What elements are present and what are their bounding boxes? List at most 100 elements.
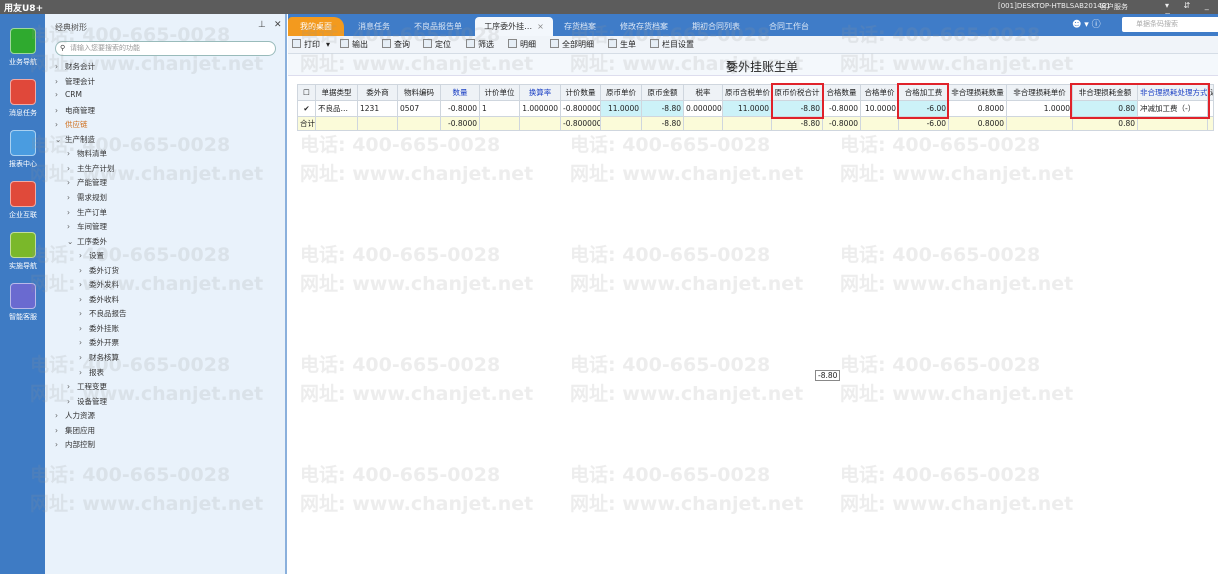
iconbar-item[interactable]: 消息任务 bbox=[3, 79, 43, 118]
column-header[interactable]: 换算率 bbox=[519, 84, 561, 101]
icon-sidebar: 业务导航消息任务报表中心企业互联实施导航智能客服 bbox=[0, 14, 45, 574]
refresh-icon[interactable]: ↻ bbox=[726, 58, 1216, 72]
nav-tree-item[interactable]: › 人力资源 bbox=[55, 410, 95, 421]
toolbar-label: 栏目设置 bbox=[662, 40, 694, 49]
iconbar-item[interactable]: 业务导航 bbox=[3, 28, 43, 67]
nav-tree-item[interactable]: › 委外收料 bbox=[79, 294, 119, 305]
toolbar-button[interactable]: 栏目设置 bbox=[650, 39, 694, 50]
pin-icon[interactable]: ⊥ bbox=[258, 20, 266, 30]
toolbar-button[interactable]: 全部明细 bbox=[550, 39, 594, 50]
column-header[interactable]: 原币金额 bbox=[641, 84, 684, 101]
nav-tree-item[interactable]: › 委外订货 bbox=[79, 265, 119, 276]
tab[interactable]: 存货档案 bbox=[552, 17, 608, 36]
toolbar-button[interactable]: 输出 bbox=[340, 39, 368, 50]
column-header[interactable]: 非合理损耗单价 bbox=[1006, 84, 1073, 101]
tab[interactable]: 修改存货档案 bbox=[610, 17, 678, 36]
barcode-search-input[interactable]: 单据条码搜索 bbox=[1122, 17, 1218, 32]
table-cell[interactable]: 不良品… bbox=[315, 100, 358, 117]
nav-tree-item[interactable]: › 财务核算 bbox=[79, 352, 119, 363]
nav-tree-item[interactable]: › 集团应用 bbox=[55, 425, 95, 436]
column-header[interactable]: 委外商 bbox=[357, 84, 398, 101]
iconbar-item[interactable]: 企业互联 bbox=[3, 181, 43, 220]
toolbar-button[interactable]: 生单 bbox=[608, 39, 636, 50]
tab-label: 工序委外挂… bbox=[484, 22, 533, 31]
row-checkbox[interactable]: ✔ bbox=[297, 100, 316, 117]
watermark-phone: 电话: 400-665-0028 bbox=[570, 134, 771, 156]
iconbar-item[interactable]: 智能客服 bbox=[3, 283, 43, 322]
nav-item-label: 车间管理 bbox=[77, 222, 107, 232]
iconbar-item[interactable]: 实施导航 bbox=[3, 232, 43, 271]
close-icon[interactable]: ✕ bbox=[274, 20, 282, 30]
column-header[interactable]: 物料编码 bbox=[397, 84, 441, 101]
nav-tree-item[interactable]: › 设备管理 bbox=[67, 396, 107, 407]
nav-tree-item[interactable]: › 财务会计 bbox=[55, 61, 95, 72]
nav-tree-item[interactable]: › 报表 bbox=[79, 367, 104, 378]
nav-tree-item[interactable]: › 委外发料 bbox=[79, 279, 119, 290]
column-header[interactable]: 合格单价 bbox=[860, 84, 899, 101]
column-header[interactable]: 数量 bbox=[440, 84, 480, 101]
column-label: 原币单价 bbox=[606, 88, 636, 97]
nav-tree-item[interactable]: › CRM bbox=[55, 90, 82, 99]
tab[interactable]: 消息任务 bbox=[346, 17, 402, 36]
nav-tree-item[interactable]: › 生产订单 bbox=[67, 207, 107, 218]
watermark-url: 网址: www.chanjet.net bbox=[570, 383, 804, 405]
tab[interactable]: 合同工作台 bbox=[754, 17, 824, 36]
customer-service-button[interactable]: 客户服务 bbox=[1100, 2, 1128, 12]
chevron-right-icon: › bbox=[79, 323, 82, 333]
toolbar-button[interactable]: 明细 bbox=[508, 39, 536, 50]
toolbar-button[interactable]: 查询 bbox=[382, 39, 410, 50]
nav-tree-item[interactable]: › 不良品报告 bbox=[79, 308, 127, 319]
dropdown-icon[interactable]: ▾ bbox=[326, 40, 330, 49]
toolbar-button[interactable]: 筛选 bbox=[466, 39, 494, 50]
iconbar-label: 企业互联 bbox=[9, 211, 37, 219]
nav-tree-item[interactable]: › 管理会计 bbox=[55, 76, 95, 87]
column-header[interactable]: 原币单价 bbox=[600, 84, 642, 101]
highlight-box bbox=[1070, 83, 1210, 119]
nav-item-label: CRM bbox=[65, 90, 82, 100]
nav-tree-item[interactable]: ⌄ 生产制造 bbox=[55, 134, 95, 145]
nav-tree-item[interactable]: › 工程变更 bbox=[67, 381, 107, 392]
tab[interactable]: 期初合同列表 bbox=[680, 17, 752, 36]
nav-tree-item[interactable]: › 需求规划 bbox=[67, 192, 107, 203]
tab[interactable]: 工序委外挂… × bbox=[475, 17, 553, 36]
watermark-phone: 电话: 400-665-0028 bbox=[570, 354, 771, 376]
close-tab-icon[interactable]: × bbox=[537, 22, 544, 31]
column-header[interactable]: 合格数量 bbox=[822, 84, 861, 101]
column-header[interactable]: 税率 bbox=[683, 84, 723, 101]
tab[interactable]: 我的桌面 bbox=[288, 17, 344, 36]
toolbar-button[interactable]: 打印 ▾ bbox=[292, 39, 330, 50]
nav-tree-item[interactable]: › 委外挂账 bbox=[79, 323, 119, 334]
tab[interactable]: 不良品报告单 bbox=[403, 17, 473, 36]
nav-search-input[interactable]: ⚲ 请输入您要搜索的功能 bbox=[55, 41, 276, 56]
iconbar-item[interactable]: 报表中心 bbox=[3, 130, 43, 169]
nav-tree-item[interactable]: › 设置 bbox=[79, 250, 104, 261]
nav-tree-item[interactable]: › 供应链 bbox=[55, 119, 88, 130]
sum-cell bbox=[357, 116, 398, 131]
column-header[interactable]: 非合理损耗数量 bbox=[948, 84, 1007, 101]
iconbar-label: 智能客服 bbox=[9, 313, 37, 321]
nav-tree-item[interactable]: › 产能管理 bbox=[67, 177, 107, 188]
column-label: 物料编码 bbox=[404, 88, 434, 97]
column-header[interactable]: 原币含税单价 bbox=[722, 84, 772, 101]
nav-tree-item[interactable]: › 电商管理 bbox=[55, 105, 95, 116]
column-label: 数量 bbox=[452, 88, 468, 97]
column-header[interactable]: 单据类型 bbox=[315, 84, 358, 101]
nav-tree-item[interactable]: › 物料清单 bbox=[67, 148, 107, 159]
toolbar-button[interactable]: 定位 bbox=[423, 39, 451, 50]
nav-tree-item[interactable]: › 内部控制 bbox=[55, 439, 95, 450]
nav-tree-item[interactable]: ⌄ 工序委外 bbox=[67, 236, 107, 247]
nav-tree-item[interactable]: › 主生产计划 bbox=[67, 163, 115, 174]
column-header[interactable]: 计价数量 bbox=[560, 84, 601, 101]
column-header[interactable]: 计价单位 bbox=[479, 84, 520, 101]
user-icon[interactable]: ☻ ▾ ⓘ bbox=[1072, 17, 1101, 30]
nav-item-label: 人力资源 bbox=[65, 411, 95, 421]
nav-item-label: 财务核算 bbox=[89, 353, 119, 362]
nav-tree-item[interactable]: › 车间管理 bbox=[67, 221, 107, 232]
chevron-right-icon: › bbox=[55, 440, 58, 450]
column-label: 计价数量 bbox=[565, 88, 596, 97]
column-label: 非合理损耗单价 bbox=[1013, 88, 1066, 97]
table-cell: 0.000000 bbox=[683, 100, 723, 117]
nav-tree-item[interactable]: › 委外开票 bbox=[79, 337, 119, 348]
select-all-checkbox[interactable]: ☐ bbox=[297, 84, 316, 101]
table-cell: -0.8000 bbox=[822, 100, 861, 117]
